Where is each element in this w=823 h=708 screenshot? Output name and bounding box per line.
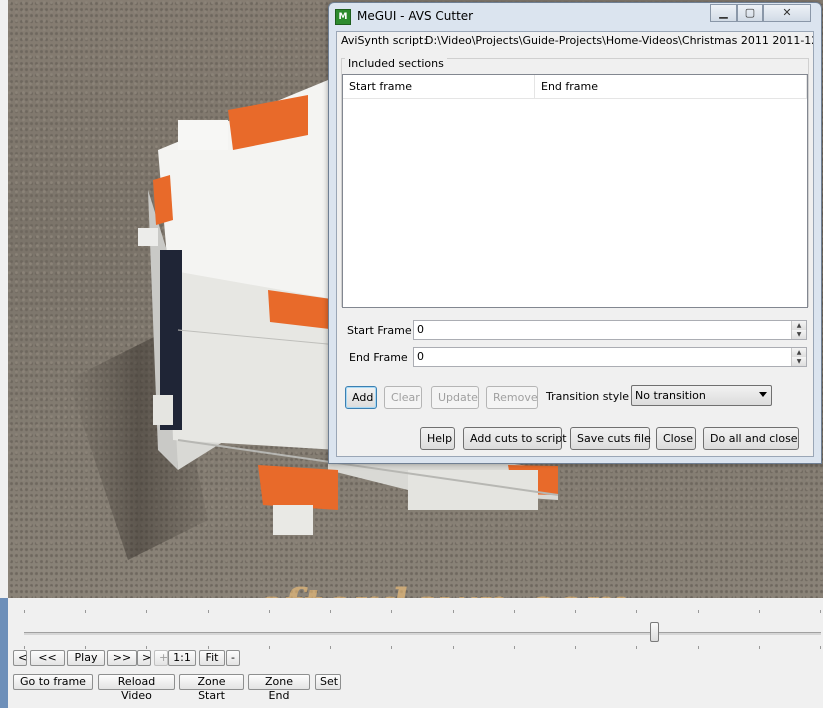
do-all-and-close-button[interactable]: Do all and close [703, 427, 799, 450]
included-sections-label: Included sections [345, 57, 447, 70]
avs-cutter-dialog: M MeGUI - AVS Cutter ▁ ▢ ✕ AviSynth scri… [328, 2, 822, 464]
prev-frame-button[interactable]: < [13, 650, 27, 666]
save-cuts-file-button[interactable]: Save cuts file [570, 427, 651, 450]
remove-button[interactable]: Remove [486, 386, 538, 409]
start-frame-down-icon[interactable]: ▼ [791, 330, 806, 339]
preview-controls: < << Play >> > + 1:1 Fit - Go to frame R… [0, 598, 823, 708]
start-frame-stepper[interactable]: 0 ▲ ▼ [413, 320, 807, 340]
start-frame-label: Start Frame [347, 324, 412, 337]
start-frame-arrows: ▲ ▼ [791, 321, 806, 339]
trackbar-tick [24, 610, 25, 613]
dialog-client-area: AviSynth script: D:\Video\Projects\Guide… [336, 31, 814, 457]
start-frame-up-icon[interactable]: ▲ [791, 321, 806, 330]
watermark-logo: afterdawn.com [253, 580, 632, 598]
zone-start-button[interactable]: Zone Start [179, 674, 244, 702]
help-button[interactable]: Help [420, 427, 455, 450]
trackbar-tick [208, 610, 209, 613]
go-to-frame-button[interactable]: Go to frame [13, 674, 93, 690]
trackbar-tick [85, 646, 86, 649]
trackbar-tick [636, 646, 637, 649]
trackbar-tick [330, 646, 331, 649]
forward-button[interactable]: >> [107, 650, 137, 666]
start-frame-value: 0 [417, 323, 424, 336]
transition-style-select[interactable]: No transition [631, 385, 772, 406]
add-cuts-to-script-button[interactable]: Add cuts to script [463, 427, 567, 450]
trackbar-tick [85, 610, 86, 613]
trackbar-tick [453, 610, 454, 613]
transition-style-label: Transition style [546, 390, 630, 403]
trackbar-tick [820, 610, 821, 613]
end-frame-stepper[interactable]: 0 ▲ ▼ [413, 347, 807, 367]
script-info: AviSynth script: D:\Video\Projects\Guide… [337, 32, 813, 60]
trackbar-tick [269, 610, 270, 613]
sections-list[interactable]: Start frame End frame [342, 74, 808, 308]
trackbar-channel [24, 632, 821, 635]
back-button[interactable]: << [30, 650, 65, 666]
transition-style-value: No transition [635, 389, 706, 402]
window-title: MeGUI - AVS Cutter [357, 9, 474, 23]
close-button[interactable]: Close [656, 427, 696, 450]
zoom-fit-button[interactable]: Fit [199, 650, 225, 666]
minimize-icon[interactable]: ▁ [710, 4, 737, 22]
end-frame-arrows: ▲ ▼ [791, 348, 806, 366]
trackbar-tick [269, 646, 270, 649]
trackbar-thumb[interactable] [649, 622, 659, 642]
trackbar-tick [575, 646, 576, 649]
maximize-icon[interactable]: ▢ [737, 4, 763, 22]
trackbar-tick [146, 610, 147, 613]
zoom-in-button[interactable]: + [154, 650, 168, 666]
update-button[interactable]: Update [431, 386, 479, 409]
reload-video-button[interactable]: Reload Video [98, 674, 175, 702]
script-path: D:\Video\Projects\Guide-Projects\Home-Vi… [425, 34, 813, 47]
title-bar[interactable]: M MeGUI - AVS Cutter ▁ ▢ ✕ [329, 3, 821, 31]
trackbar-tick [391, 646, 392, 649]
set-button[interactable]: Set [315, 674, 341, 690]
trackbar-tick [514, 610, 515, 613]
trackbar-tick [698, 646, 699, 649]
play-button[interactable]: Play [67, 650, 105, 666]
zoom-actual-button[interactable]: 1:1 [168, 650, 196, 666]
end-frame-up-icon[interactable]: ▲ [791, 348, 806, 357]
trackbar-tick [453, 646, 454, 649]
end-frame-value: 0 [417, 350, 424, 363]
next-frame-button[interactable]: > [137, 650, 151, 666]
trackbar-tick [575, 610, 576, 613]
megui-app-icon: M [335, 9, 351, 25]
trackbar-tick [636, 610, 637, 613]
column-start-frame[interactable]: Start frame [343, 75, 535, 98]
trackbar-tick [820, 646, 821, 649]
script-label: AviSynth script: [341, 34, 428, 47]
clear-button[interactable]: Clear [384, 386, 422, 409]
trackbar-tick [698, 610, 699, 613]
end-frame-label: End Frame [349, 351, 408, 364]
trackbar-tick [759, 646, 760, 649]
add-button[interactable]: Add [345, 386, 377, 409]
trackbar-tick [208, 646, 209, 649]
chevron-down-icon [759, 392, 767, 397]
trackbar-tick [759, 610, 760, 613]
column-end-frame[interactable]: End frame [535, 75, 807, 98]
close-window-icon[interactable]: ✕ [763, 4, 811, 22]
trackbar-tick [330, 610, 331, 613]
zone-end-button[interactable]: Zone End [248, 674, 310, 702]
list-header: Start frame End frame [343, 75, 807, 99]
zoom-out-button[interactable]: - [226, 650, 240, 666]
trackbar-tick [146, 646, 147, 649]
trackbar-tick [391, 610, 392, 613]
trackbar-tick [514, 646, 515, 649]
end-frame-down-icon[interactable]: ▼ [791, 357, 806, 366]
trackbar-tick [24, 646, 25, 649]
position-trackbar[interactable] [16, 608, 821, 649]
